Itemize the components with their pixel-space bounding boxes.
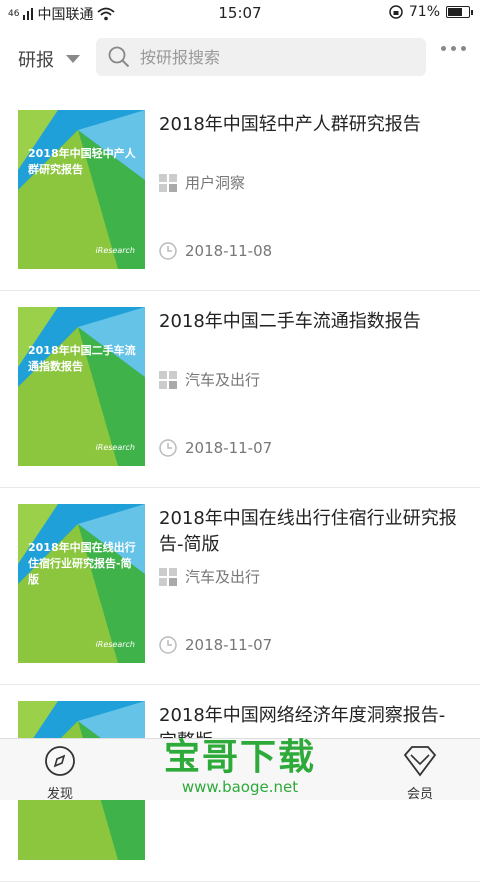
- report-title: 2018年中国二手车流通指数报告: [159, 309, 459, 335]
- tab-label: 会员: [390, 783, 450, 802]
- category-grid-icon: [159, 371, 177, 389]
- cover-title: 2018年中国在线出行住宿行业研究报告-简版: [28, 540, 138, 588]
- tag-label: 汽车及出行: [185, 369, 260, 390]
- diamond-icon: [403, 745, 437, 777]
- search-box[interactable]: [96, 38, 426, 76]
- report-tag: 汽车及出行: [159, 566, 260, 587]
- dot-icon: [451, 46, 456, 51]
- compass-icon: [44, 745, 76, 777]
- report-title: 2018年中国轻中产人群研究报告: [159, 112, 459, 138]
- report-date: 2018-11-07: [159, 636, 272, 654]
- report-title: 2018年中国在线出行住宿行业研究报告-简版: [159, 506, 459, 558]
- cover-brand: iResearch: [96, 640, 135, 649]
- report-cover: 2018年中国轻中产人群研究报告 iResearch: [18, 110, 145, 269]
- category-dropdown[interactable]: 研报: [18, 46, 80, 72]
- status-bar: 46 中国联通 15:07 71%: [0, 0, 480, 26]
- cover-brand: iResearch: [96, 443, 135, 452]
- category-label: 研报: [18, 46, 54, 72]
- battery-icon: [446, 6, 470, 18]
- report-item[interactable]: 2018年中国在线出行住宿行业研究报告-简版 iResearch 2018年中国…: [0, 488, 480, 685]
- report-item[interactable]: 2018年中国二手车流通指数报告 iResearch 2018年中国二手车流通指…: [0, 291, 480, 488]
- report-date: 2018-11-08: [159, 242, 272, 260]
- search-input[interactable]: [140, 48, 400, 67]
- clock-icon: [159, 242, 177, 260]
- more-menu-button[interactable]: [441, 46, 466, 51]
- category-grid-icon: [159, 174, 177, 192]
- rotation-lock-icon: [389, 5, 403, 19]
- battery-percent: 71%: [409, 4, 440, 20]
- report-cover: 2018年中国在线出行住宿行业研究报告-简版 iResearch: [18, 504, 145, 663]
- clock-icon: [159, 636, 177, 654]
- tab-discover[interactable]: 发现: [30, 745, 90, 802]
- tag-label: 用户洞察: [185, 172, 245, 193]
- report-tag: 汽车及出行: [159, 369, 260, 390]
- dot-icon: [461, 46, 466, 51]
- cover-title: 2018年中国轻中产人群研究报告: [28, 146, 138, 178]
- tab-label: 发现: [30, 783, 90, 802]
- date-label: 2018-11-08: [185, 242, 272, 260]
- search-icon: [108, 46, 130, 68]
- bottom-tab-bar: 发现 会员: [0, 738, 480, 800]
- chevron-down-icon: [66, 55, 80, 63]
- clock-icon: [159, 439, 177, 457]
- report-date: 2018-11-07: [159, 439, 272, 457]
- report-cover: 2018年中国二手车流通指数报告 iResearch: [18, 307, 145, 466]
- cover-title: 2018年中国二手车流通指数报告: [28, 343, 138, 375]
- tag-label: 汽车及出行: [185, 566, 260, 587]
- top-bar: 研报: [0, 30, 480, 86]
- dot-icon: [441, 46, 446, 51]
- cover-brand: iResearch: [96, 246, 135, 255]
- tab-member[interactable]: 会员: [390, 745, 450, 802]
- category-grid-icon: [159, 568, 177, 586]
- report-tag: 用户洞察: [159, 172, 245, 193]
- report-item[interactable]: 2018年中国轻中产人群研究报告 iResearch 2018年中国轻中产人群研…: [0, 94, 480, 291]
- date-label: 2018-11-07: [185, 636, 272, 654]
- date-label: 2018-11-07: [185, 439, 272, 457]
